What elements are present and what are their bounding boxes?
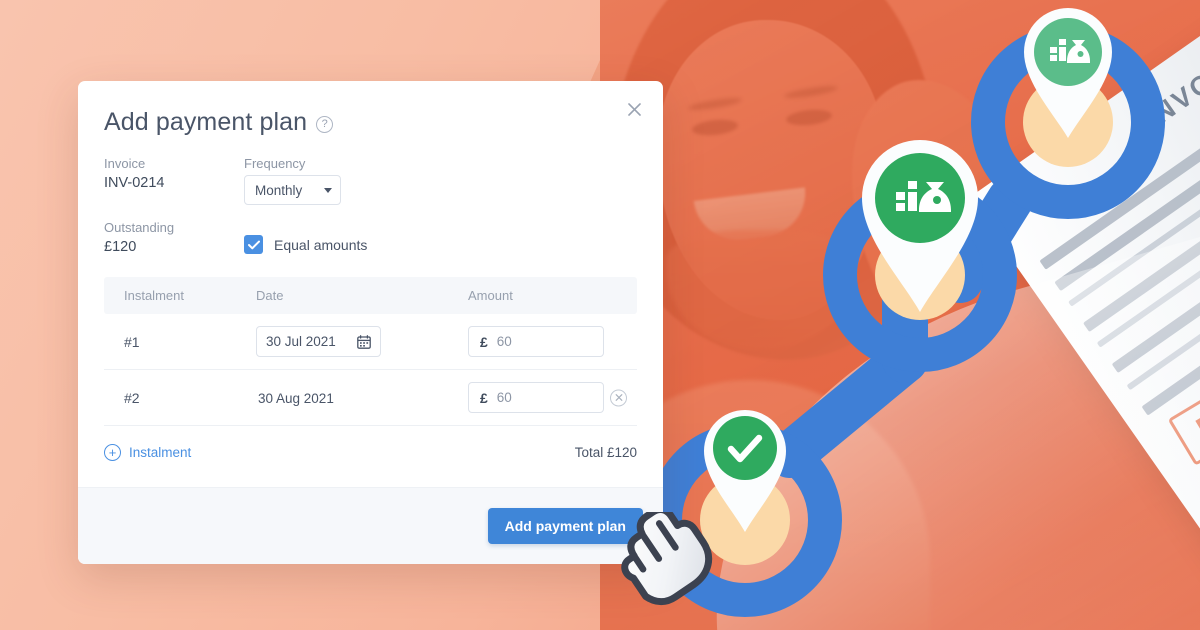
close-button[interactable] — [621, 96, 647, 122]
calendar-icon — [357, 334, 371, 349]
invoice-label: Invoice — [104, 156, 146, 171]
row-instalment-number: #1 — [104, 314, 236, 370]
amount-value: 60 — [496, 334, 512, 349]
table-body: #1 30 Jul 2021 £ 60 #2 30 Aug 2021 £ 60 — [104, 314, 637, 426]
close-icon — [627, 102, 641, 116]
table-row: #1 30 Jul 2021 £ 60 — [104, 314, 637, 370]
page-title: Add payment plan — [104, 108, 308, 136]
outstanding-label: Outstanding — [104, 220, 175, 235]
column-header-instalment: Instalment — [104, 277, 236, 314]
currency-symbol: £ — [480, 389, 488, 406]
screenshot-stage: INVOICE PAID — [0, 0, 1200, 630]
date-input[interactable]: 30 Jul 2021 — [256, 326, 381, 357]
add-payment-plan-button[interactable]: Add payment plan — [487, 508, 643, 544]
check-icon — [247, 240, 260, 249]
column-header-date: Date — [236, 277, 448, 314]
amount-value: 60 — [496, 390, 512, 405]
equal-amounts-field: Equal amounts — [244, 235, 637, 255]
remove-circle-icon — [615, 394, 622, 401]
row-date-cell: 30 Aug 2021 — [236, 369, 448, 426]
add-instalment-label: Instalment — [129, 445, 192, 460]
date-value: 30 Aug 2021 — [258, 390, 334, 406]
dialog-meta-fields: Invoice INV-0214 Frequency Monthly Outst… — [104, 156, 637, 255]
dialog-header: Add payment plan ? — [104, 108, 637, 137]
column-header-amount: Amount — [448, 277, 637, 314]
invoice-value: INV-0214 — [104, 175, 165, 191]
row-amount-cell: £ 60 — [448, 314, 637, 370]
dialog-footer: Add payment plan — [78, 487, 663, 564]
add-instalment-button[interactable]: + Instalment — [104, 444, 191, 461]
equal-amounts-checkbox[interactable] — [244, 235, 263, 254]
table-header: Instalment Date Amount — [104, 277, 637, 314]
row-amount-cell: £ 60 — [448, 369, 637, 426]
frequency-label: Frequency — [244, 156, 306, 171]
invoice-field: Invoice INV-0214 — [104, 156, 244, 205]
row-instalment-number: #2 — [104, 369, 236, 426]
amount-input[interactable]: £ 60 — [468, 382, 604, 413]
date-value: 30 Jul 2021 — [266, 334, 336, 349]
outstanding-value: £120 — [104, 239, 137, 255]
chevron-down-icon — [324, 187, 332, 193]
outstanding-field: Outstanding £120 — [104, 220, 244, 255]
currency-symbol: £ — [480, 333, 488, 350]
frequency-selected-value: Monthly — [255, 182, 303, 198]
amount-input[interactable]: £ 60 — [468, 326, 604, 357]
total-amount: Total £120 — [574, 445, 637, 460]
remove-instalment-button[interactable] — [610, 389, 627, 406]
help-circle-icon[interactable]: ? — [316, 115, 334, 133]
add-payment-plan-dialog: Add payment plan ? Invoice INV-0214 Freq… — [78, 81, 663, 564]
dialog-body: Add payment plan ? Invoice INV-0214 Freq… — [78, 81, 663, 461]
equal-amounts-label: Equal amounts — [274, 236, 368, 253]
frequency-select[interactable]: Monthly — [244, 175, 341, 205]
row-date-cell: 30 Jul 2021 — [236, 314, 448, 370]
instalments-table: Instalment Date Amount #1 30 Jul 2021 £ … — [104, 277, 637, 426]
table-row: #2 30 Aug 2021 £ 60 — [104, 369, 637, 426]
table-footer-row: + Instalment Total £120 — [104, 444, 637, 461]
frequency-field: Frequency Monthly — [244, 156, 637, 205]
plus-circle-icon: + — [104, 444, 121, 461]
